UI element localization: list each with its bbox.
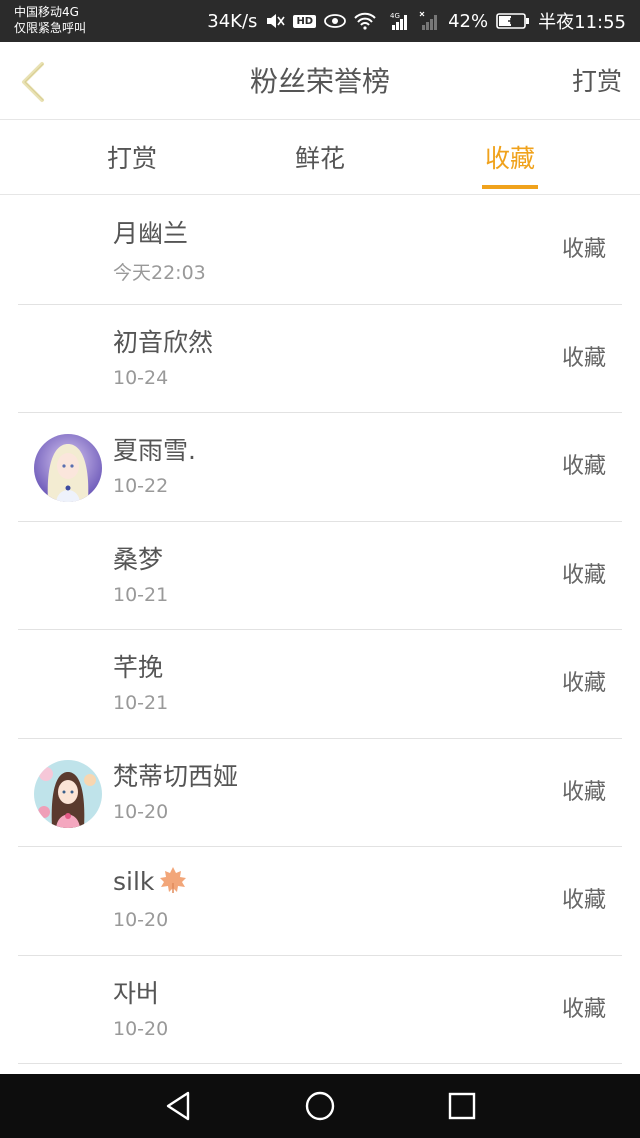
tab-flowers[interactable]: 鲜花 — [250, 121, 390, 195]
favorite-label: 收藏 — [561, 888, 606, 913]
favorite-label: 收藏 — [561, 454, 606, 479]
avatar[interactable] — [34, 759, 102, 828]
user-name: 月幽兰 — [113, 219, 189, 248]
status-icons: 34K/s HD 4G 42% 半夜11:55 — [207, 0, 626, 42]
user-name: 初音欣然 — [113, 327, 214, 357]
list-item[interactable]: 月幽兰 今天22:03 收藏 — [18, 196, 622, 305]
item-date: 今天22:03 — [113, 262, 206, 284]
item-date: 10-21 — [113, 583, 169, 606]
back-button[interactable] — [14, 58, 54, 106]
chevron-left-icon — [14, 62, 54, 110]
item-date: 10-20 — [113, 1017, 169, 1040]
nav-back-button[interactable] — [160, 1088, 196, 1124]
user-name: silk — [113, 867, 155, 896]
favorite-label: 收藏 — [561, 671, 606, 696]
favorite-label: 收藏 — [561, 562, 606, 588]
page-title: 粉丝荣誉榜 — [249, 65, 390, 98]
mute-icon — [265, 12, 286, 30]
screen: 中国移动4G 仅限紧急呼叫 34K/s HD 4G 42% 半夜11:55 粉丝… — [0, 0, 640, 1138]
favorite-label: 收藏 — [561, 779, 606, 805]
network-speed: 34K/s — [207, 10, 258, 32]
status-bar: 中国移动4G 仅限紧急呼叫 34K/s HD 4G 42% 半夜11:55 — [0, 0, 640, 42]
list-item[interactable]: silk 10-20 收藏 — [18, 847, 622, 956]
app-header: 粉丝荣誉榜 打赏 — [0, 42, 640, 120]
battery-charging-icon — [496, 12, 530, 30]
square-recent-icon — [444, 1092, 480, 1128]
hd-icon: HD — [293, 14, 317, 28]
user-name: 梵蒂切西娅 — [113, 761, 239, 791]
carrier-info: 中国移动4G 仅限紧急呼叫 — [14, 4, 86, 36]
active-tab-indicator — [482, 185, 538, 189]
user-name: 芊挽 — [113, 653, 164, 682]
maple-leaf-icon — [156, 865, 190, 901]
svg-text:4G: 4G — [390, 12, 400, 20]
list-item[interactable]: 梵蒂切西娅 10-20 收藏 — [18, 739, 622, 847]
tab-bar: 打赏 鲜花 收藏 — [0, 121, 640, 195]
user-name: 桑梦 — [113, 544, 164, 574]
list-item[interactable]: 初音欣然 10-24 收藏 — [18, 305, 622, 413]
carrier-note: 仅限紧急呼叫 — [14, 21, 87, 35]
signal-empty-icon — [418, 11, 440, 31]
signal-icon: 4G — [384, 11, 410, 31]
tab-reward[interactable]: 打赏 — [62, 121, 202, 195]
circle-home-icon — [302, 1091, 338, 1128]
fan-list: 月幽兰 今天22:03 收藏 初音欣然 10-24 收藏 夏雨雪. 10-22 … — [0, 196, 640, 1064]
list-item[interactable]: 夏雨雪. 10-22 收藏 — [18, 413, 622, 522]
item-date: 10-24 — [113, 366, 169, 389]
item-date: 10-22 — [113, 475, 169, 497]
favorite-label: 收藏 — [561, 996, 606, 1022]
tab-favorites[interactable]: 收藏 — [440, 121, 580, 195]
reward-button[interactable]: 打赏 — [572, 42, 622, 120]
avatar[interactable] — [34, 434, 102, 502]
user-name: 자버 — [113, 978, 160, 1008]
list-item[interactable]: 桑梦 10-21 收藏 — [18, 522, 622, 630]
user-name: 夏雨雪. — [113, 436, 196, 465]
battery-percent: 42% — [448, 10, 489, 32]
nav-recent-button[interactable] — [444, 1088, 480, 1124]
item-date: 10-20 — [113, 800, 169, 823]
favorite-label: 收藏 — [561, 345, 606, 371]
nav-home-button[interactable] — [302, 1088, 338, 1124]
item-date: 10-20 — [113, 909, 169, 931]
clock: 半夜11:55 — [538, 12, 626, 33]
eye-icon — [324, 13, 347, 29]
item-date: 10-21 — [113, 692, 169, 714]
favorite-label: 收藏 — [561, 237, 606, 262]
list-item[interactable]: 자버 10-20 收藏 — [18, 956, 622, 1064]
list-item[interactable]: 芊挽 10-21 收藏 — [18, 630, 622, 739]
system-nav-bar — [0, 1074, 640, 1138]
wifi-icon — [354, 12, 376, 30]
user-name-wrap: silk — [113, 865, 190, 901]
carrier-name: 中国移动4G — [14, 5, 79, 19]
triangle-back-icon — [160, 1091, 196, 1128]
